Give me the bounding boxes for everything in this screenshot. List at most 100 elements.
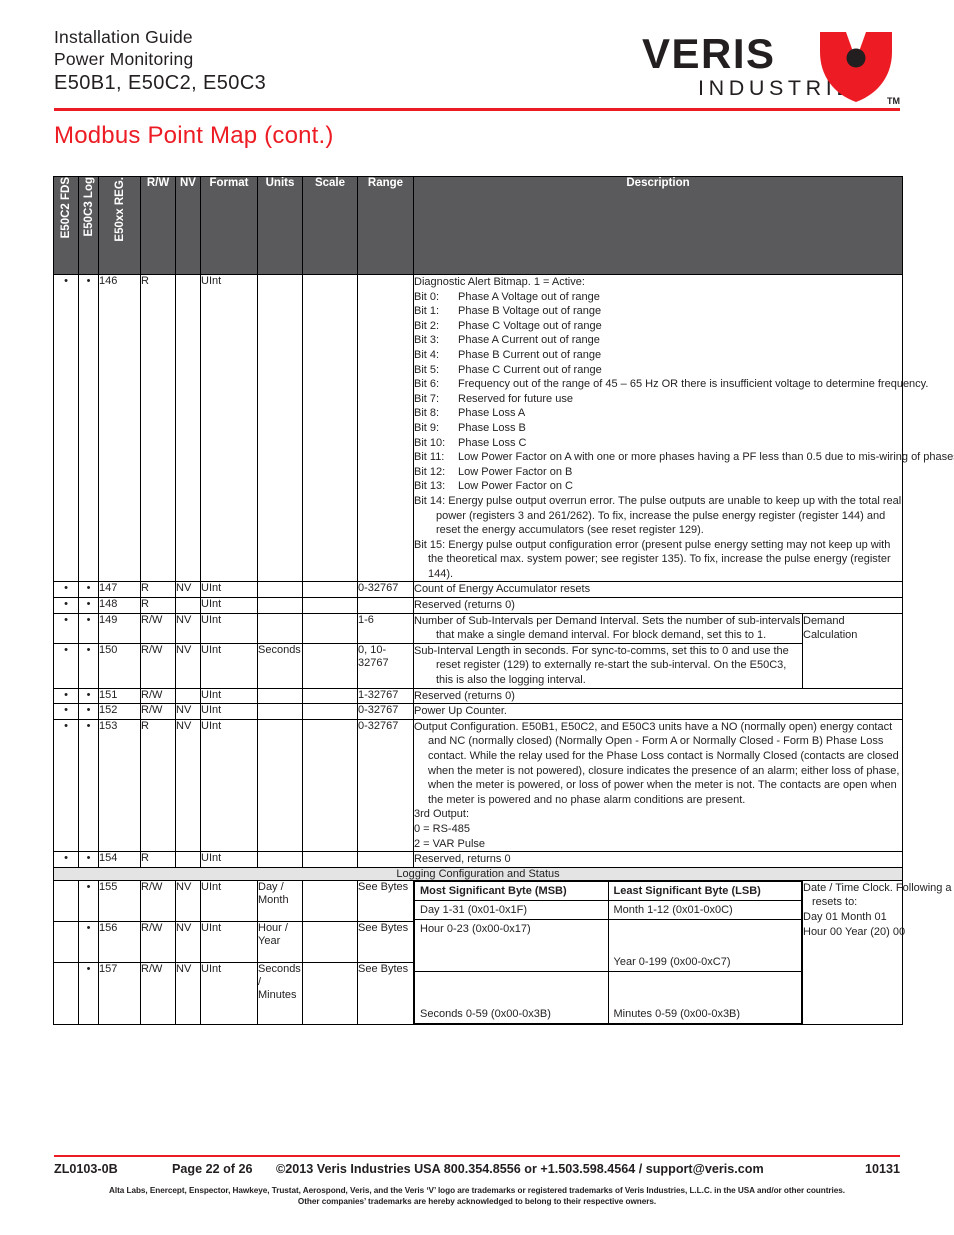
cell-range: 0-32767 [357, 718, 414, 853]
bit-14-text: Bit 14: Energy pulse output overrun erro… [414, 494, 902, 537]
cell-format: UInt [200, 921, 258, 964]
cell-scale [302, 851, 358, 868]
col-header-description: Description [412, 176, 904, 275]
footer-page-number: Page 22 of 26 [172, 1162, 253, 1176]
cell-format: UInt [200, 718, 258, 853]
byte-msb-hour: Hour 0-23 (0x00-0x17) [414, 918, 609, 972]
cell-register: 147 [98, 581, 141, 599]
cell-register: 148 [98, 597, 141, 614]
table-row: • • 146 R UInt Diagnostic Alert Bitmap. … [53, 273, 954, 583]
col-header-range: Range [357, 176, 414, 275]
bit-text: Phase A Current out of range [458, 334, 600, 347]
bit-line: Bit 9: Phase Loss B [414, 421, 902, 436]
cell-description: Power Up Counter. [412, 703, 904, 720]
units-line-1: Hour / [258, 922, 288, 935]
cell-description: Reserved, returns 0 [412, 851, 904, 868]
byte-breakdown-table: Most Significant Byte (MSB) Least Signif… [414, 880, 802, 1024]
cell-units: Seconds / Minutes [257, 962, 303, 1025]
cell-register: 156 [98, 921, 141, 964]
cell-log: • [78, 962, 99, 1025]
cell-log: • [78, 642, 99, 689]
cell-rw: R/W [140, 612, 176, 644]
units-line-2: Year [258, 935, 281, 948]
units-line-1: Seconds / [258, 963, 301, 989]
byte-lsb-month: Month 1-12 (0x01-0x0C) [607, 899, 802, 920]
col-header-scale: Scale [302, 176, 358, 275]
cell-units [257, 687, 303, 705]
cell-register: 152 [98, 703, 141, 720]
cell-units [257, 703, 303, 720]
cell-scale [302, 642, 358, 689]
cell-scale [302, 273, 358, 583]
cell-format: UInt [200, 612, 258, 644]
cell-nv: NV [175, 642, 201, 689]
cell-register: 154 [98, 851, 141, 868]
desc-text: Sub-Interval Length in seconds. For sync… [414, 644, 789, 687]
cell-units [257, 851, 303, 868]
table-row: • • 151 R/W UInt 1-32767 Reserved (retur… [53, 687, 904, 705]
cell-rw: R [140, 273, 176, 583]
col-header-units: Units [257, 176, 303, 275]
cell-rw: R [140, 597, 176, 614]
col-header-e50c3-log: E50C3 Log [78, 176, 99, 275]
col-header-e50c2-fds: E50C2 FDS [53, 176, 79, 275]
byte-msb-seconds: Seconds 0-59 (0x00-0x3B) [414, 970, 609, 1024]
cell-fds: • [53, 718, 79, 853]
cell-register: 149 [98, 612, 141, 644]
cell-format: UInt [200, 851, 258, 868]
cell-format: UInt [200, 597, 258, 614]
cell-scale [302, 581, 358, 599]
doc-line-power-monitoring: Power Monitoring [54, 49, 194, 69]
cell-fds [53, 921, 79, 964]
byte-msb-day: Day 1-31 (0x01-0x1F) [414, 899, 609, 920]
cell-log: • [78, 718, 99, 853]
desc-3rd-output-label: 3rd Output: [414, 808, 470, 821]
modbus-point-map-table: E50C2 FDS E50C3 Log E50xx REG. R/W NV Fo… [52, 176, 954, 1025]
cell-nv [175, 273, 201, 583]
cell-nv: NV [175, 612, 201, 644]
cell-nv: NV [175, 718, 201, 853]
clock-note-line-2: resets to: [812, 896, 858, 909]
bit-line: Bit 5: Phase C Current out of range [414, 363, 902, 378]
cell-log: • [78, 921, 99, 964]
cell-byte-breakdown: Most Significant Byte (MSB) Least Signif… [413, 879, 803, 1025]
bit-line: Bit 12: Low Power Factor on B [414, 465, 902, 480]
cell-description-output-configuration: Output Configuration. E50B1, E50C2, and … [412, 718, 904, 853]
cell-fds: • [53, 851, 79, 868]
cell-units [257, 718, 303, 853]
cell-fds: • [53, 581, 79, 599]
cell-fds: • [53, 642, 79, 689]
units-line-1: Day / [258, 880, 284, 893]
desc-paragraph: Output Configuration. E50B1, E50C2, and … [414, 720, 900, 806]
col-header-nv: NV [175, 176, 201, 275]
cell-range: See Bytes [357, 879, 414, 923]
cell-log: • [78, 612, 99, 644]
cell-rw: R/W [140, 703, 176, 720]
section-band-label: Logging Configuration and Status [52, 866, 904, 881]
bit-line: Bit 7: Reserved for future use [414, 392, 902, 407]
cell-format: UInt [200, 962, 258, 1025]
cell-description: Reserved (returns 0) [412, 687, 904, 705]
cell-description-diagnostic-bitmap: Diagnostic Alert Bitmap. 1 = Active: Bit… [412, 273, 954, 583]
bit-label: Bit 12: [414, 465, 446, 478]
cell-fds: • [53, 703, 79, 720]
cell-range: 0, 10-32767 [357, 642, 414, 689]
byte-header-msb: Most Significant Byte (MSB) [414, 880, 609, 901]
table-row: • • 148 R UInt Reserved (returns 0) [53, 597, 904, 614]
table-row: • • 150 R/W NV UInt Seconds 0, 10-32767 … [53, 642, 903, 689]
cell-rw: R/W [140, 642, 176, 689]
cell-format: UInt [200, 703, 258, 720]
bit-label: Bit 7: [414, 392, 440, 405]
cell-date-time-clock-note: Date / Time Clock. Following a power cyc… [801, 879, 954, 1025]
cell-range: 1-6 [357, 612, 414, 644]
cell-units [257, 597, 303, 614]
doc-line-installation-guide: Installation Guide [54, 27, 193, 47]
cell-range [357, 851, 414, 868]
bit-label: Bit 8: [414, 407, 440, 420]
bit-text: Phase Loss C [458, 436, 527, 449]
cell-description: Number of Sub-Intervals per Demand Inter… [413, 612, 803, 644]
cell-format: UInt [200, 642, 258, 689]
desc-title: Diagnostic Alert Bitmap. 1 = Active: [414, 276, 585, 288]
cell-range: See Bytes [357, 962, 414, 1025]
cell-rw: R [140, 581, 176, 599]
